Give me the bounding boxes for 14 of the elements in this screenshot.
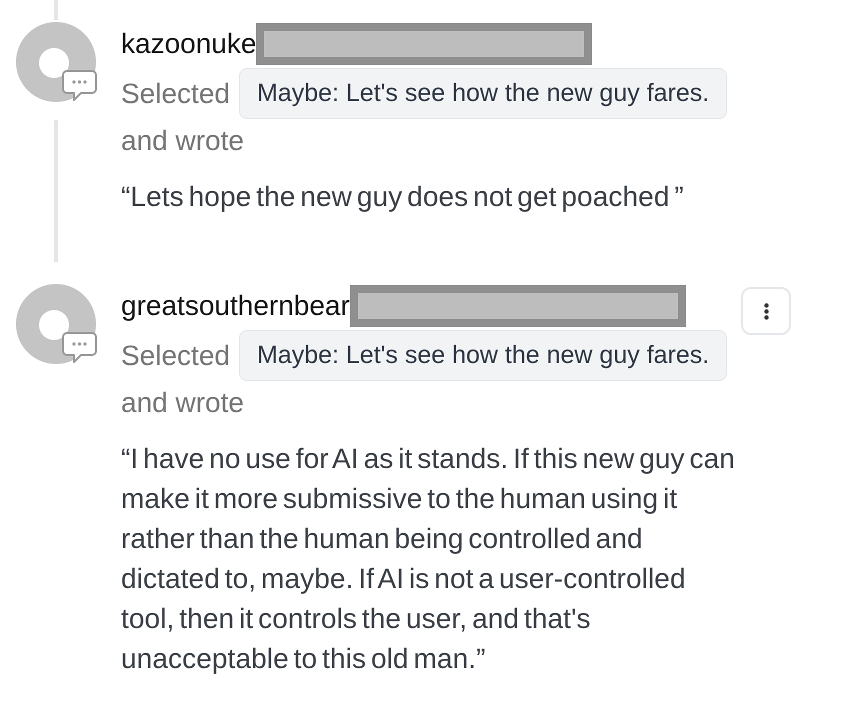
username: kazoonuke: [121, 27, 256, 61]
action-label: Selected: [121, 76, 230, 110]
comment-text: “I have no use for AI as it stands. If this new guy can make it more submissive to the human using it rather than the human being controlled and dictated to, maybe. If AI is not a user-controlled tool, then it controls the user, and that's unacceptable to this old man.”: [121, 442, 735, 676]
action-label: Selected: [121, 338, 230, 372]
comment-text: “Lets hope the new guy does not get poached ”: [121, 180, 685, 214]
choice-chip: Maybe: Let's see how the new guy fares.: [238, 68, 728, 119]
chat-bubble-icon: [61, 69, 98, 102]
choice-chip: Maybe: Let's see how the new guy fares.: [238, 330, 728, 381]
action-label: and wrote: [121, 124, 244, 158]
more-options-button[interactable]: [741, 287, 791, 335]
vertical-dots-icon: [764, 302, 768, 320]
action-label: and wrote: [121, 386, 244, 420]
username: greatsouthernbear: [121, 289, 350, 323]
chat-bubble-icon: [61, 331, 98, 364]
